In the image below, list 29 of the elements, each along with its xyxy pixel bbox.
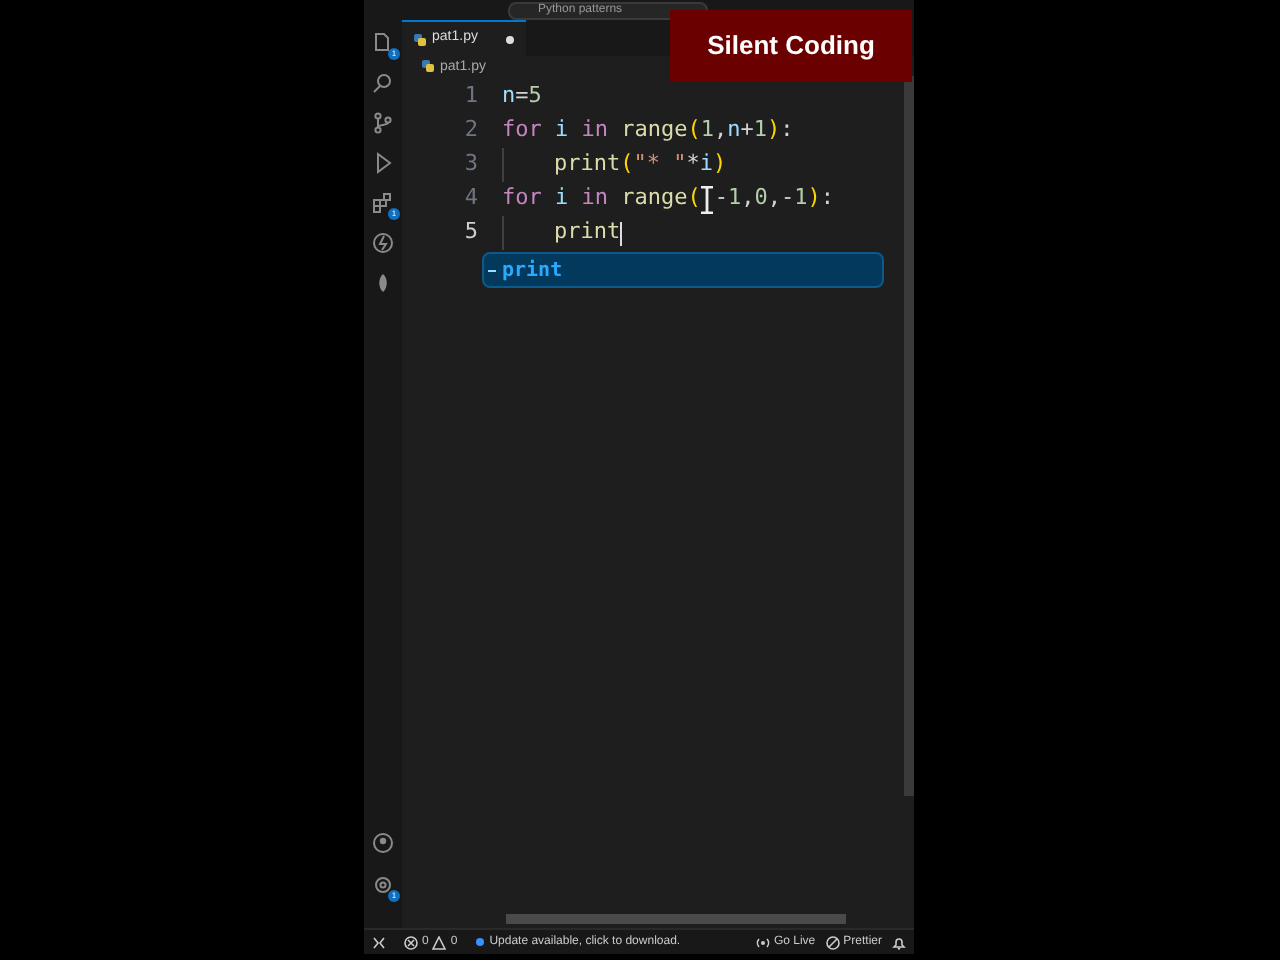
extensions-icon[interactable] <box>372 192 394 214</box>
warning-icon <box>432 935 447 949</box>
settings-icon[interactable] <box>372 874 394 896</box>
code-line: print <box>502 216 623 250</box>
broadcast-icon <box>755 935 770 949</box>
line-number: 2 <box>462 114 480 147</box>
line-number: 3 <box>462 148 480 181</box>
account-icon[interactable] <box>372 832 394 854</box>
horizontal-scrollbar[interactable] <box>506 914 846 924</box>
code-line: n=5 <box>502 80 542 113</box>
python-file-icon <box>422 60 434 72</box>
vertical-scrollbar[interactable] <box>904 76 914 796</box>
python-file-icon <box>414 33 426 45</box>
lightning-icon[interactable] <box>372 232 394 254</box>
code-line: for i in range(1,n+1): <box>502 114 794 147</box>
code-line: print("* "*i) <box>502 148 727 182</box>
error-icon <box>404 935 418 949</box>
line-number: 4 <box>462 182 480 215</box>
branch-icon[interactable] <box>372 112 394 134</box>
bell-icon[interactable] <box>892 935 906 949</box>
line-number: 1 <box>462 80 480 113</box>
suggestion-item[interactable]: print <box>482 252 884 288</box>
code-line: -1,0,-1): <box>714 182 834 215</box>
line-number: 5 <box>462 216 480 249</box>
search-icon[interactable] <box>372 72 394 94</box>
files-icon[interactable] <box>372 32 394 54</box>
blocked-icon <box>825 935 840 949</box>
code-line: for i in range( <box>502 182 701 215</box>
channel-name: Silent Coding <box>707 28 875 65</box>
